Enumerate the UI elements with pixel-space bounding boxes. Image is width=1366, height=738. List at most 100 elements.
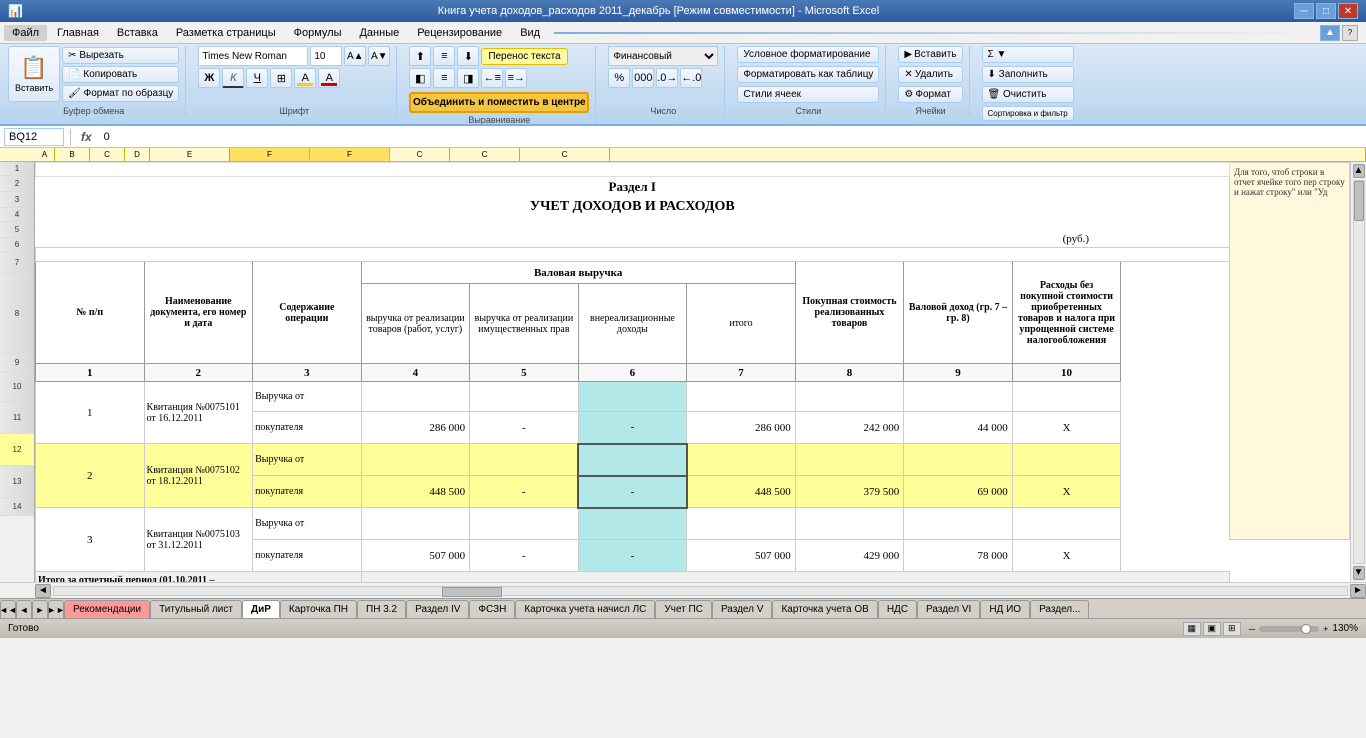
fill-color-button[interactable]: A — [294, 68, 316, 88]
data-row3-col6-empty[interactable] — [578, 508, 687, 540]
formula-input[interactable]: 0 — [100, 128, 1362, 146]
data-row2-col8-empty[interactable] — [795, 444, 904, 476]
scroll-track[interactable] — [1353, 180, 1365, 564]
data-row3-op[interactable]: покупателя — [253, 540, 362, 572]
sheet-tab-kartochka-pn[interactable]: Карточка ПН — [280, 600, 357, 618]
data-row1-col8-empty[interactable] — [795, 382, 904, 412]
menu-item-formulas[interactable]: Формулы — [286, 25, 350, 41]
maximize-button[interactable]: □ — [1316, 3, 1336, 19]
increase-decimal-button[interactable]: .0→ — [656, 68, 678, 88]
menu-item-file[interactable]: Файл — [4, 25, 47, 41]
sheet-tab-razdel-last[interactable]: Раздел... — [1030, 600, 1089, 618]
data-row1-op-from[interactable]: Выручка от — [253, 382, 362, 412]
paste-button[interactable]: 📋 Вставить — [8, 46, 60, 102]
thousands-button[interactable]: 000 — [632, 68, 654, 88]
zoom-out-button[interactable]: ─ — [1249, 624, 1255, 634]
zoom-slider-thumb[interactable] — [1301, 624, 1311, 634]
border-button[interactable]: ⊞ — [270, 68, 292, 88]
vertical-scrollbar[interactable]: ▲ ▼ — [1350, 162, 1366, 582]
bold-button[interactable]: Ж — [198, 68, 220, 88]
data-row1-doc[interactable]: Квитанция №0075101 от 16.12.2011 — [144, 382, 253, 444]
font-shrink-button[interactable]: A▼ — [368, 46, 390, 66]
data-row2-col4-empty[interactable] — [361, 444, 470, 476]
minimize-button[interactable]: ─ — [1294, 3, 1314, 19]
data-row1-col9[interactable]: 44 000 — [904, 412, 1013, 444]
sheet-tab-kartochka-ov[interactable]: Карточка учета ОВ — [772, 600, 877, 618]
horizontal-scroll-thumb[interactable] — [442, 587, 502, 597]
data-row2-col6-highlight[interactable] — [578, 444, 687, 476]
data-row2-op[interactable]: покупателя — [253, 476, 362, 508]
sheet-tab-fszn[interactable]: ФСЗН — [469, 600, 515, 618]
sheet-tab-razdel5[interactable]: Раздел V — [712, 600, 773, 618]
data-row2-col8[interactable]: 379 500 — [795, 476, 904, 508]
scroll-up-button[interactable]: ▲ — [1353, 164, 1365, 178]
menu-item-review[interactable]: Рецензирование — [409, 25, 510, 41]
sheet-tab-razdel4[interactable]: Раздел IV — [406, 600, 469, 618]
data-row2-doc[interactable]: Квитанция №0075102 от 18.12.2011 — [144, 444, 253, 508]
delete-cells-button[interactable]: ✕ Удалить — [898, 66, 962, 83]
align-center-button[interactable]: ≡ — [433, 68, 455, 88]
font-grow-button[interactable]: A▲ — [344, 46, 366, 66]
close-button[interactable]: ✕ — [1338, 3, 1358, 19]
data-row2-col5[interactable]: - — [470, 476, 579, 508]
decrease-indent-button[interactable]: ←≡ — [481, 68, 503, 88]
data-row1-col9-empty[interactable] — [904, 382, 1013, 412]
align-bottom-button[interactable]: ⬇ — [457, 46, 479, 66]
data-row3-col9[interactable]: 78 000 — [904, 540, 1013, 572]
tab-nav-first[interactable]: ◄◄ — [0, 600, 16, 618]
sheet-tab-recommendations[interactable]: Рекомендации — [64, 600, 150, 618]
menu-item-insert[interactable]: Вставка — [109, 25, 166, 41]
autosum-button[interactable]: Σ ▼ — [982, 46, 1074, 63]
italic-button[interactable]: К — [222, 68, 244, 88]
data-row1-col7-empty[interactable] — [687, 382, 796, 412]
ribbon-minimize-button[interactable]: ▲ — [1320, 25, 1340, 41]
sheet-tab-pn32[interactable]: ПН 3.2 — [357, 600, 406, 618]
data-row3-col4[interactable]: 507 000 — [361, 540, 470, 572]
align-top-button[interactable]: ⬆ — [409, 46, 431, 66]
data-row2-col6[interactable]: - — [578, 476, 687, 508]
data-row1-col5-empty[interactable] — [470, 382, 579, 412]
increase-indent-button[interactable]: ≡→ — [505, 68, 527, 88]
font-name-input[interactable] — [198, 46, 308, 66]
data-row3-col5-empty[interactable] — [470, 508, 579, 540]
data-row1-col6[interactable]: - — [578, 412, 687, 444]
merge-center-button[interactable]: Объединить и поместить в центре — [409, 92, 589, 113]
data-row1-col6-empty[interactable] — [578, 382, 687, 412]
data-row3-col7[interactable]: 507 000 — [687, 540, 796, 572]
data-row3-col4-empty[interactable] — [361, 508, 470, 540]
number-format-select[interactable]: Финансовый — [608, 46, 718, 66]
sheet-tab-kartochka-ls[interactable]: Карточка учета начисл ЛС — [515, 600, 655, 618]
data-row1-op[interactable]: покупателя — [253, 412, 362, 444]
data-row3-col10-empty[interactable] — [1012, 508, 1121, 540]
format-painter-button[interactable]: 🖌 Формат по образцу — [62, 85, 179, 102]
data-row2-col7[interactable]: 448 500 — [687, 476, 796, 508]
zoom-level[interactable]: 130% — [1332, 623, 1358, 634]
sheet-tab-nds[interactable]: НДС — [878, 600, 917, 618]
cell-styles-button[interactable]: Стили ячеек — [737, 86, 879, 103]
scroll-thumb[interactable] — [1354, 181, 1364, 221]
scroll-right-button[interactable]: ► — [1350, 584, 1366, 598]
zoom-slider[interactable] — [1259, 626, 1319, 632]
percent-button[interactable]: % — [608, 68, 630, 88]
sheet-tab-uchet-ps[interactable]: Учет ПС — [655, 600, 712, 618]
data-row3-num[interactable]: 3 — [36, 508, 145, 572]
sheet-tab-nd-io[interactable]: НД ИО — [980, 600, 1030, 618]
data-row1-col10-empty[interactable] — [1012, 382, 1121, 412]
menu-item-home[interactable]: Главная — [49, 25, 107, 41]
data-row1-col4[interactable]: 286 000 — [361, 412, 470, 444]
fill-button[interactable]: ⬇ Заполнить — [982, 66, 1074, 83]
normal-view-button[interactable]: ▦ — [1183, 622, 1201, 636]
tab-nav-last[interactable]: ►► — [48, 600, 64, 618]
data-row2-col10-empty[interactable] — [1012, 444, 1121, 476]
page-break-view-button[interactable]: ⊞ — [1223, 622, 1241, 636]
align-right-button[interactable]: ◨ — [457, 68, 479, 88]
data-row1-col8[interactable]: 242 000 — [795, 412, 904, 444]
wrap-text-button[interactable]: Перенос текста — [481, 48, 567, 65]
data-row1-col10[interactable]: X — [1012, 412, 1121, 444]
insert-cells-button[interactable]: ▶ Вставить — [898, 46, 962, 63]
clear-button[interactable]: 🗑 Очистить — [982, 86, 1074, 103]
sheet-tab-title[interactable]: Титульный лист — [150, 600, 242, 618]
data-row3-col8-empty[interactable] — [795, 508, 904, 540]
menu-item-view[interactable]: Вид — [512, 25, 548, 41]
scroll-down-button[interactable]: ▼ — [1353, 566, 1365, 580]
